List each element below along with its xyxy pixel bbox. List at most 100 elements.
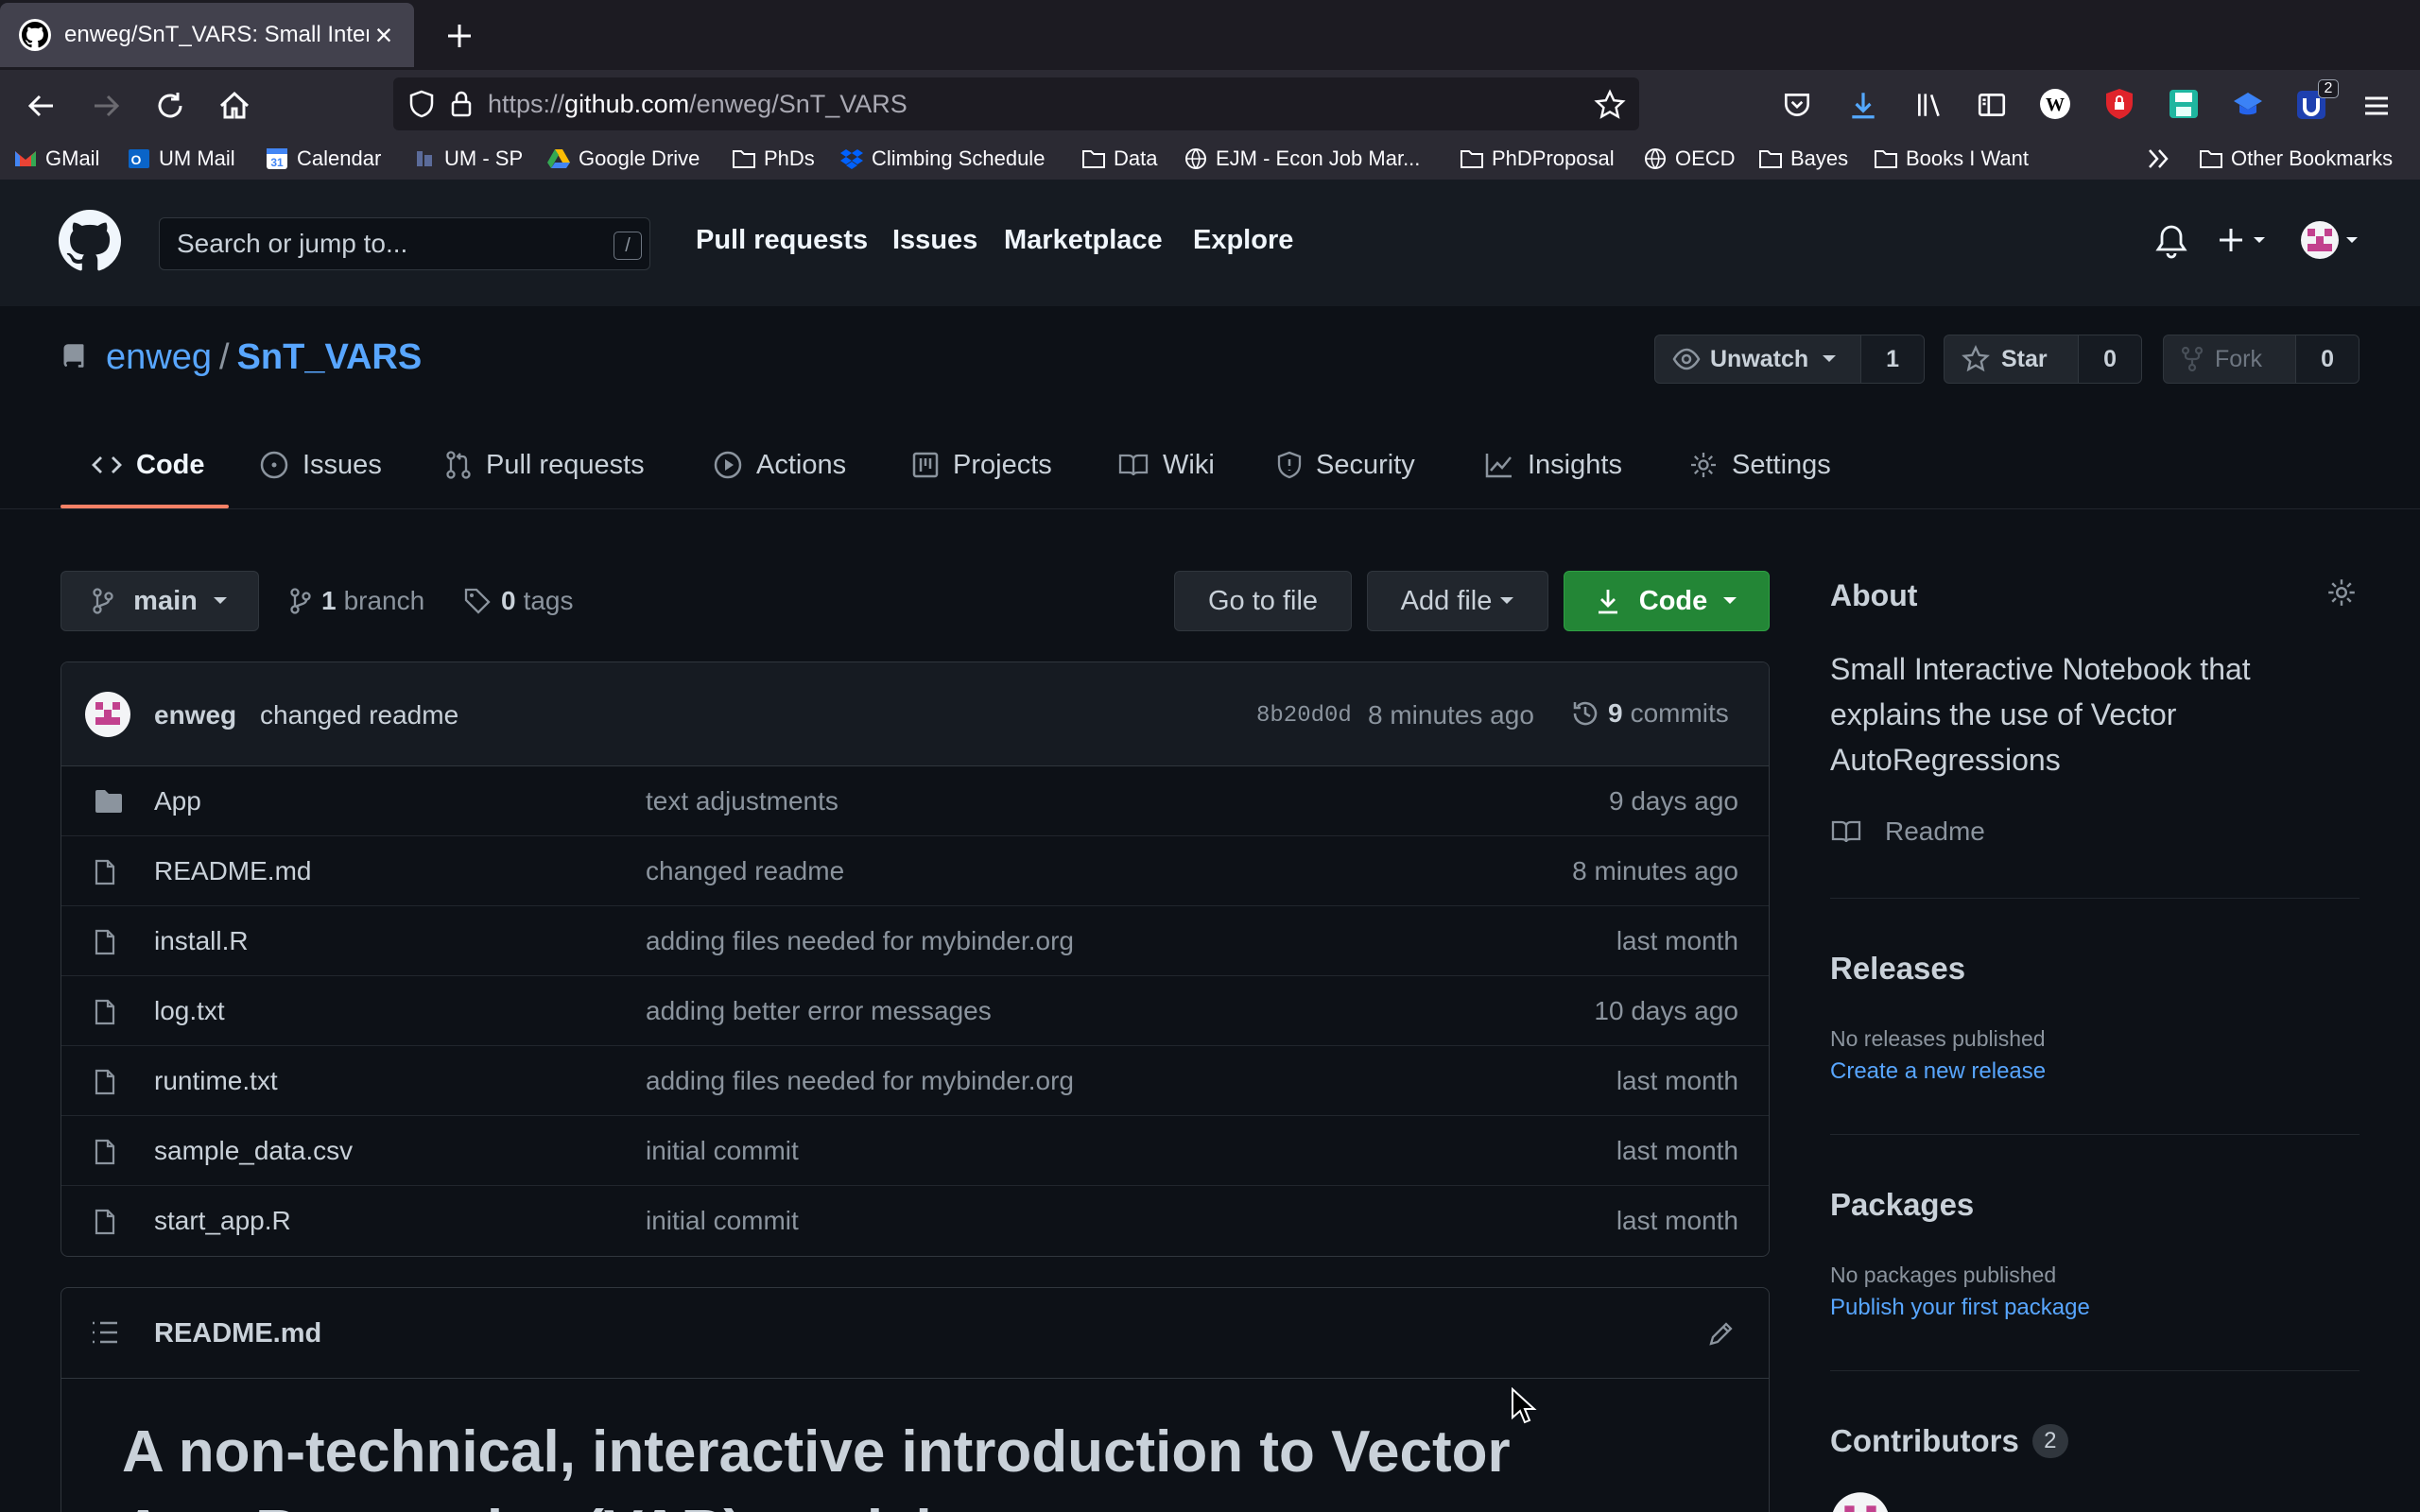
bookmark-calendar[interactable]: 31 Calendar	[265, 144, 381, 174]
bookmark-folder-phds[interactable]: PhDs	[732, 144, 815, 174]
tab-code[interactable]: Code	[91, 444, 205, 486]
releases-title[interactable]: Releases	[1830, 951, 1965, 987]
wikipedia-extension-icon[interactable]: W	[2038, 87, 2072, 121]
fork-button[interactable]: Fork 0	[2163, 335, 2360, 384]
commit-sha[interactable]: 8b20d0d	[1256, 703, 1352, 729]
tab-projects[interactable]: Projects	[911, 444, 1052, 486]
file-name-link[interactable]: start_app.R	[154, 1206, 291, 1236]
tags-link[interactable]: 0 tags	[463, 584, 574, 618]
notifications-bell-icon[interactable]	[2155, 223, 2187, 259]
file-commit-message-link[interactable]: adding files needed for mybinder.org	[646, 926, 1074, 956]
bookmark-oecd[interactable]: OECD	[1643, 144, 1736, 174]
tracking-shield-icon[interactable]	[406, 89, 437, 119]
list-unordered-icon[interactable]	[90, 1318, 120, 1347]
file-commit-message-link[interactable]: adding files needed for mybinder.org	[646, 1066, 1074, 1096]
star-count[interactable]: 0	[2078, 335, 2141, 383]
graduation-extension-icon[interactable]	[2231, 87, 2265, 121]
hamburger-menu-icon[interactable]	[2360, 89, 2394, 123]
watch-count[interactable]: 1	[1860, 335, 1924, 383]
downloads-icon[interactable]	[1847, 89, 1879, 121]
lock-icon[interactable]	[446, 89, 476, 119]
file-name-link[interactable]: App	[154, 786, 201, 816]
bookmark-star-icon[interactable]	[1594, 89, 1626, 121]
branches-link[interactable]: 1 branch	[289, 584, 424, 618]
create-release-link[interactable]: Create a new release	[1830, 1058, 2046, 1085]
tab-security[interactable]: Security	[1276, 444, 1415, 486]
github-logo-icon[interactable]	[59, 210, 121, 272]
commit-author[interactable]: enweg	[154, 700, 236, 730]
bookmark-um-mail[interactable]: O UM Mail	[127, 144, 235, 174]
table-row[interactable]: runtime.txt adding files needed for mybin…	[61, 1046, 1769, 1116]
packages-title[interactable]: Packages	[1830, 1187, 1974, 1223]
sidebar-toggle-icon[interactable]	[1976, 89, 2008, 121]
search-input[interactable]: Search or jump to... /	[159, 217, 650, 270]
bookmark-climbing-schedule[interactable]: Climbing Schedule	[839, 144, 1045, 174]
create-new-dropdown[interactable]	[2216, 223, 2273, 257]
library-icon[interactable]	[1913, 89, 1945, 121]
readme-filename[interactable]: README.md	[154, 1318, 321, 1349]
nav-explore[interactable]: Explore	[1193, 225, 1293, 256]
publish-package-link[interactable]: Publish your first package	[1830, 1295, 2090, 1321]
bookmark-folder-phdproposal[interactable]: PhDProposal	[1460, 144, 1615, 174]
repo-name-link[interactable]: SnT_VARS	[237, 337, 423, 378]
branch-select-button[interactable]: main	[60, 571, 259, 631]
bookmark-gmail[interactable]: GMail	[13, 144, 99, 174]
star-button[interactable]: Star 0	[1944, 335, 2142, 384]
tab-close-icon[interactable]: ×	[369, 20, 399, 50]
author-avatar[interactable]	[84, 691, 131, 738]
readme-link[interactable]: Readme	[1830, 816, 1985, 847]
file-commit-message-link[interactable]: initial commit	[646, 1206, 799, 1236]
bookmark-google-drive[interactable]: Google Drive	[546, 144, 700, 174]
about-settings-gear-icon[interactable]	[2325, 576, 2358, 609]
file-commit-message-link[interactable]: initial commit	[646, 1136, 799, 1166]
nav-marketplace[interactable]: Marketplace	[1004, 225, 1163, 256]
fork-count[interactable]: 0	[2295, 335, 2359, 383]
user-avatar-dropdown[interactable]	[2299, 219, 2365, 261]
table-row[interactable]: sample_data.csv initial commit last month	[61, 1116, 1769, 1186]
table-row[interactable]: start_app.R initial commit last month	[61, 1186, 1769, 1256]
code-clone-button[interactable]: Code	[1564, 571, 1770, 631]
table-row[interactable]: README.md changed readme 8 minutes ago	[61, 836, 1769, 906]
commits-history-link[interactable]: 9 commits	[1570, 698, 1729, 729]
forward-icon[interactable]	[85, 85, 127, 127]
add-file-button[interactable]: Add file	[1367, 571, 1548, 631]
bookmark-other-bookmarks[interactable]: Other Bookmarks	[2199, 144, 2393, 174]
repo-owner-link[interactable]: enweg	[106, 337, 212, 378]
file-name-link[interactable]: sample_data.csv	[154, 1136, 353, 1166]
new-tab-icon[interactable]	[441, 17, 478, 55]
home-icon[interactable]	[214, 85, 255, 127]
file-name-link[interactable]: README.md	[154, 856, 311, 886]
go-to-file-button[interactable]: Go to file	[1174, 571, 1352, 631]
pencil-edit-icon[interactable]	[1706, 1318, 1737, 1349]
bookmark-ejm[interactable]: EJM - Econ Job Mar...	[1184, 144, 1420, 174]
reload-icon[interactable]	[149, 85, 191, 127]
table-row[interactable]: log.txt adding better error messages 10 da…	[61, 976, 1769, 1046]
back-icon[interactable]	[21, 85, 62, 127]
unwatch-button[interactable]: Unwatch 1	[1654, 335, 1925, 384]
contributors-header[interactable]: Contributors 2	[1830, 1423, 2068, 1459]
tab-issues[interactable]: Issues	[259, 444, 382, 486]
pocket-icon[interactable]	[1781, 89, 1813, 121]
tab-settings[interactable]: Settings	[1688, 444, 1831, 486]
browser-tab[interactable]: enweg/SnT_VARS: Small Interact ×	[0, 3, 414, 67]
file-name-link[interactable]: runtime.txt	[154, 1066, 278, 1096]
tab-pull-requests[interactable]: Pull requests	[444, 444, 645, 486]
save-extension-icon[interactable]	[2167, 87, 2201, 121]
tab-wiki[interactable]: Wiki	[1117, 444, 1215, 486]
commit-message[interactable]: changed readme	[260, 700, 458, 730]
file-commit-message-link[interactable]: text adjustments	[646, 786, 838, 816]
bookmark-folder-data[interactable]: Data	[1081, 144, 1157, 174]
file-name-link[interactable]: log.txt	[154, 996, 225, 1026]
table-row[interactable]: install.R adding files needed for mybinde…	[61, 906, 1769, 976]
address-bar[interactable]: https://github.com/enweg/SnT_VARS	[393, 77, 1639, 130]
bookmarks-overflow-icon[interactable]	[2146, 144, 2172, 174]
contributor-avatar[interactable]	[1830, 1491, 1891, 1512]
bookmark-um-sp[interactable]: UM - SP	[412, 144, 523, 174]
bookmark-folder-books[interactable]: Books I Want	[1874, 144, 2029, 174]
tab-insights[interactable]: Insights	[1484, 444, 1622, 486]
file-commit-message-link[interactable]: adding better error messages	[646, 996, 992, 1026]
bookmark-folder-bayes[interactable]: Bayes	[1758, 144, 1848, 174]
nav-issues[interactable]: Issues	[892, 225, 977, 256]
tab-actions[interactable]: Actions	[713, 444, 846, 486]
file-name-link[interactable]: install.R	[154, 926, 249, 956]
